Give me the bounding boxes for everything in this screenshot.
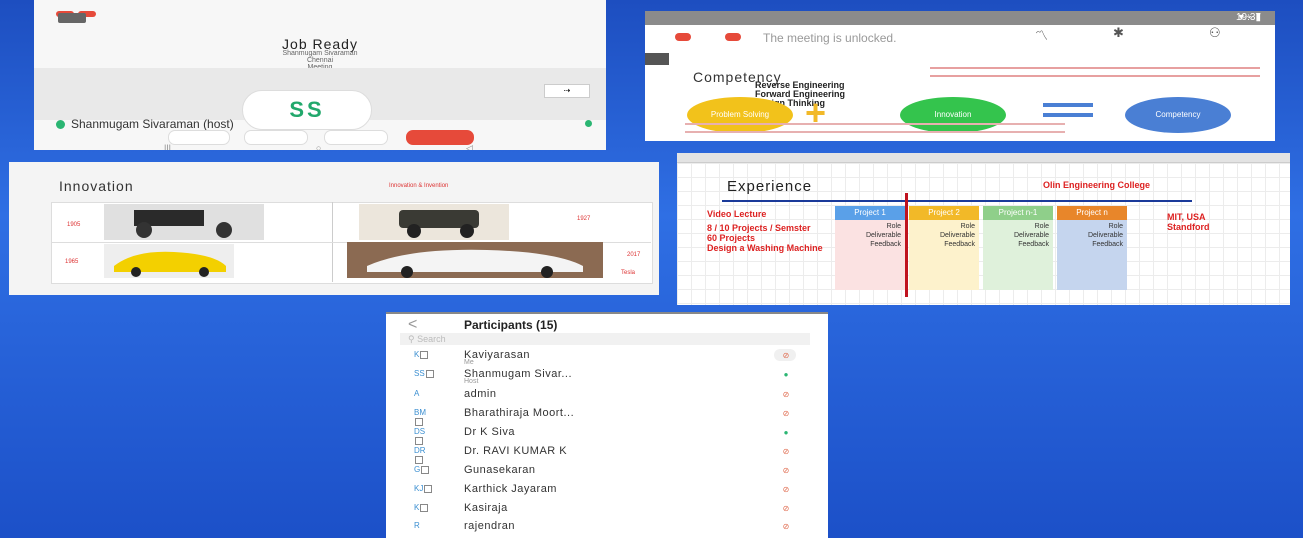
- mic-on-icon: [56, 120, 65, 130]
- avatar: DR: [414, 446, 434, 464]
- participants-title: Participants (15): [464, 318, 558, 332]
- participant-row[interactable]: KJ Karthick Jayaram ⊘: [386, 481, 826, 500]
- host-label: Shanmugam Sivaraman (host): [56, 117, 234, 131]
- participants-icon[interactable]: ⚇: [1209, 25, 1221, 41]
- grid-view-icon[interactable]: [645, 53, 669, 65]
- participant-row[interactable]: G Gunasekaran ⊘: [386, 462, 826, 481]
- status-dot-icon: [585, 120, 592, 127]
- avatar: DS: [414, 427, 434, 445]
- participant-row[interactable]: DR Dr. RAVI KUMAR K ⊘: [386, 443, 826, 464]
- sports-car-image: [104, 244, 234, 278]
- pin-icon[interactable]: ⇢: [544, 84, 590, 98]
- vintage-car-image: [104, 204, 264, 240]
- mic-muted-icon[interactable]: ⊘: [782, 391, 790, 399]
- year-label: 1927: [577, 216, 591, 222]
- leave-icon[interactable]: [725, 33, 741, 41]
- project-column: Project 2 Role Deliverable Feedback: [909, 206, 979, 292]
- equals-icon: [1043, 103, 1093, 107]
- meeting-status: The meeting is unlocked.: [763, 31, 897, 45]
- participant-name: rajendran: [464, 520, 515, 532]
- mic-muted-icon[interactable]: ⊘: [782, 486, 790, 494]
- experience-panel: Experience Olin Engineering College Vide…: [677, 153, 1290, 305]
- mic-muted-icon[interactable]: ⊘: [782, 523, 790, 531]
- slide-footer-notes: [685, 123, 1065, 133]
- slide-subheading: Innovation & Invention: [389, 183, 449, 189]
- participant-name: Bharathiraja Moort...: [464, 407, 575, 419]
- year-label: 1905: [67, 222, 81, 228]
- participant-row[interactable]: DS Dr K Siva ●: [386, 424, 826, 445]
- share-button[interactable]: [324, 130, 388, 145]
- participant-role: Me: [464, 359, 474, 366]
- competency-circle: Competency: [1125, 97, 1231, 133]
- avatar: A: [414, 389, 420, 398]
- electric-car-image: [347, 242, 603, 278]
- participant-name: admin: [464, 388, 497, 400]
- slide-heading: Experience: [727, 178, 813, 195]
- competency-panel: 19:37 ▾ ⌁ ▮ The meeting is unlocked. 〽 ✱ …: [645, 11, 1275, 141]
- avatar: BM: [414, 408, 434, 426]
- mic-muted-icon[interactable]: ⊘: [782, 448, 790, 456]
- home-icon[interactable]: ○: [316, 143, 321, 150]
- participant-name: Gunasekaran: [464, 464, 536, 476]
- status-bar: 19:37 ▾ ⌁ ▮: [645, 11, 1275, 25]
- participant-name: Karthick Jayaram: [464, 483, 557, 495]
- record-icon[interactable]: [675, 33, 691, 41]
- participant-name: Shanmugam Sivar...: [464, 368, 573, 380]
- university-labels: MIT, USA Standford: [1167, 212, 1210, 232]
- participant-row[interactable]: SS Shanmugam Sivar... Host ●: [386, 366, 826, 385]
- video-stage: SS ⇢: [34, 68, 606, 130]
- bluetooth-icon[interactable]: ✱: [1113, 25, 1124, 41]
- ruler: [677, 153, 1290, 163]
- participant-role: Host: [464, 378, 479, 385]
- participant-row[interactable]: BM Bharathiraja Moort... ⊘: [386, 405, 826, 426]
- footer-label: Tesla: [621, 270, 636, 276]
- project-column: Project 1 Role Deliverable Feedback: [835, 206, 905, 292]
- mic-on-icon[interactable]: ●: [782, 371, 790, 379]
- mic-muted-icon[interactable]: ⊘: [782, 467, 790, 475]
- year-label: 2017: [627, 252, 641, 258]
- project-column: Project n-1 Role Deliverable Feedback: [983, 206, 1053, 292]
- participants-panel: < Participants (15) ⚲ Search K Kaviyaras…: [386, 312, 828, 538]
- search-input[interactable]: ⚲ Search: [400, 333, 810, 345]
- menu-icon[interactable]: |||: [164, 143, 171, 150]
- participant-name: Dr K Siva: [464, 426, 515, 438]
- avatar: R: [414, 521, 420, 530]
- project-column: Project n Role Deliverable Feedback: [1057, 206, 1127, 292]
- avatar: K: [414, 503, 434, 515]
- avatar: KJ: [414, 484, 434, 496]
- back-icon[interactable]: <: [408, 316, 417, 334]
- participant-name: Kasiraja: [464, 502, 508, 514]
- mute-button[interactable]: [168, 130, 230, 145]
- participant-name: Dr. RAVI KUMAR K: [464, 445, 568, 457]
- mic-on-icon[interactable]: ●: [782, 429, 790, 437]
- avatar[interactable]: SS: [242, 90, 372, 130]
- search-icon: ⚲: [408, 334, 418, 344]
- mic-muted-icon[interactable]: ⊘: [782, 352, 790, 360]
- experience-notes: Video Lecture 8 / 10 Projects / Semster …: [707, 209, 823, 253]
- grid-view-icon[interactable]: [58, 13, 86, 23]
- participant-row[interactable]: R rajendran ⊘: [386, 518, 826, 537]
- mic-muted-icon[interactable]: ⊘: [782, 410, 790, 418]
- college-label: Olin Engineering College: [1043, 180, 1151, 190]
- participant-row[interactable]: K Kasiraja ⊘: [386, 500, 826, 519]
- slide-notes: [930, 67, 1260, 77]
- avatar: SS: [414, 369, 434, 381]
- classic-car-image: [359, 204, 509, 240]
- audio-icon[interactable]: 〽: [1035, 25, 1048, 44]
- cursor-line: [905, 193, 908, 297]
- back-icon[interactable]: ◁: [466, 143, 473, 150]
- end-call-button[interactable]: [406, 130, 474, 145]
- mic-muted-icon[interactable]: ⊘: [782, 505, 790, 513]
- video-button[interactable]: [244, 130, 308, 145]
- participant-row[interactable]: A admin ⊘: [386, 386, 826, 405]
- participant-row[interactable]: K Kaviyarasan Me ⊘: [386, 347, 826, 366]
- avatar: K: [414, 350, 434, 362]
- slide-heading: Innovation: [59, 178, 134, 194]
- innovation-panel: Innovation Innovation & Invention 1905 1…: [9, 162, 659, 295]
- meeting-panel: Job Ready Shanmugam Sivaraman Chennai Me…: [34, 0, 606, 150]
- year-label: 1965: [65, 259, 79, 265]
- avatar: G: [414, 465, 434, 477]
